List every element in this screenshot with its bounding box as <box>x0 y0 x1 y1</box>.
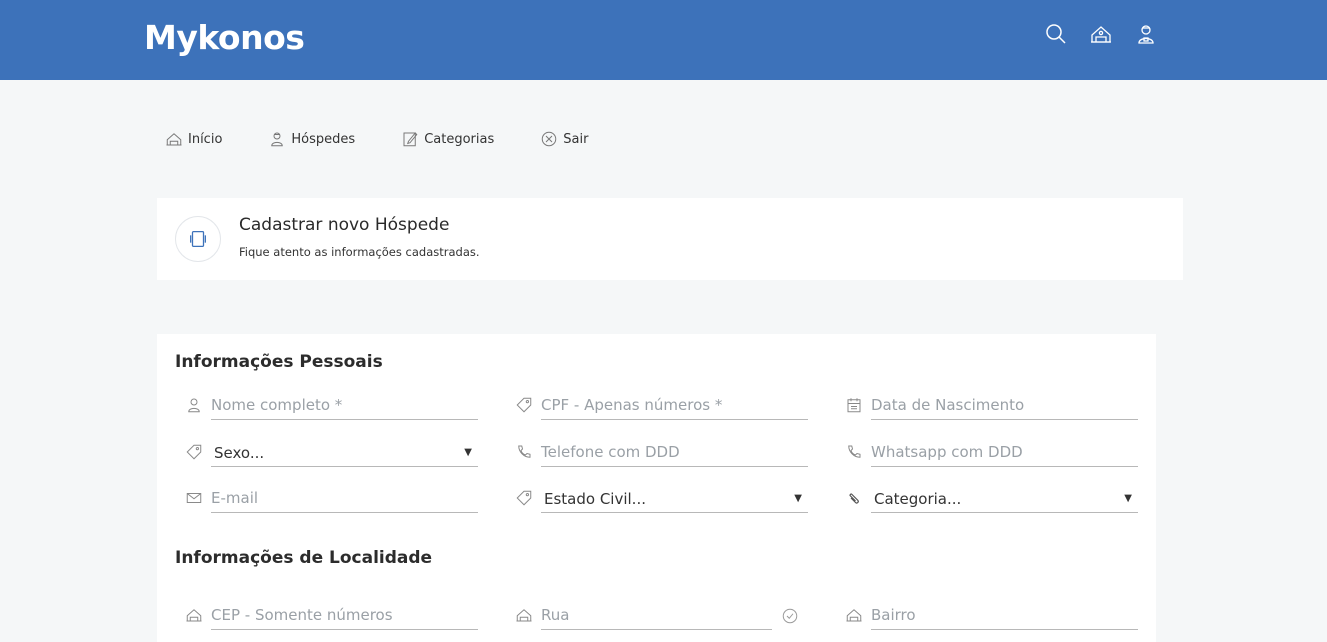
check-circle-icon[interactable] <box>781 607 799 625</box>
hotel-icon[interactable] <box>1089 22 1113 46</box>
birthdate-field[interactable]: Data de Nascimento <box>845 394 1138 420</box>
cpf-field[interactable]: CPF - Apenas números * <box>515 394 808 420</box>
email-placeholder: E-mail <box>211 489 259 507</box>
phone-field[interactable]: Telefone com DDD <box>515 441 808 467</box>
user-icon <box>185 396 203 414</box>
marital-status-value: Estado Civil... <box>544 490 646 508</box>
header-badge <box>175 216 221 262</box>
chevron-down-icon: ▼ <box>794 493 802 504</box>
tag-icon <box>515 396 533 414</box>
paperclip-icon <box>845 489 863 507</box>
brand-logo[interactable]: Mykonos <box>144 18 305 57</box>
sex-select[interactable]: Sexo... ▼ <box>185 441 478 467</box>
page-title: Cadastrar novo Hóspede <box>239 215 450 235</box>
cep-field[interactable]: CEP - Somente números <box>185 604 478 630</box>
chevron-down-icon: ▼ <box>464 447 472 458</box>
nav-item-label: Início <box>188 131 223 147</box>
street-placeholder: Rua <box>541 606 570 624</box>
guest-form-card: Informações Pessoais Nome completo * CPF… <box>157 334 1156 642</box>
neighborhood-field[interactable]: Bairro <box>845 604 1138 630</box>
close-circle-icon <box>541 131 557 147</box>
page-header-card: Cadastrar novo Hóspede Fique atento as i… <box>157 198 1183 280</box>
cpf-placeholder: CPF - Apenas números * <box>541 396 723 414</box>
nav-item-sair[interactable]: Sair <box>540 128 588 150</box>
top-bar: Mykonos <box>0 0 1327 80</box>
name-field[interactable]: Nome completo * <box>185 394 478 420</box>
calendar-icon <box>845 396 863 414</box>
hotel-icon <box>185 606 203 624</box>
hotel-icon <box>166 133 182 146</box>
guest-icon <box>271 132 284 147</box>
section-title-location: Informações de Localidade <box>175 548 433 568</box>
tag-icon <box>185 443 203 461</box>
email-field[interactable]: E-mail <box>185 487 478 513</box>
nav-item-inicio[interactable]: Início <box>165 128 222 150</box>
chevron-down-icon: ▼ <box>1124 493 1132 504</box>
nav-item-label: Categorias <box>424 131 495 147</box>
nav-item-label: Sair <box>563 131 589 147</box>
envelope-icon <box>185 489 203 507</box>
phone-placeholder: Telefone com DDD <box>541 443 680 461</box>
main-nav: Início Hóspedes Categorias Sair <box>165 128 588 150</box>
guest-icon[interactable] <box>1134 22 1158 46</box>
card-icon <box>190 231 206 247</box>
neighborhood-placeholder: Bairro <box>871 606 916 624</box>
cep-placeholder: CEP - Somente números <box>211 606 393 624</box>
street-field[interactable]: Rua <box>515 604 772 630</box>
nav-item-hospedes[interactable]: Hóspedes <box>268 128 355 150</box>
birthdate-placeholder: Data de Nascimento <box>871 396 1025 414</box>
hotel-icon <box>845 606 863 624</box>
name-placeholder: Nome completo * <box>211 396 343 414</box>
whatsapp-field[interactable]: Whatsapp com DDD <box>845 441 1138 467</box>
search-icon[interactable] <box>1044 22 1068 46</box>
sex-select-value: Sexo... <box>214 444 265 462</box>
whatsapp-placeholder: Whatsapp com DDD <box>871 443 1023 461</box>
edit-icon <box>403 132 418 147</box>
tag-icon <box>515 489 533 507</box>
phone-icon <box>845 443 863 461</box>
category-select-value: Categoria... <box>874 490 962 508</box>
phone-icon <box>515 443 533 461</box>
page-subtitle: Fique atento as informações cadastradas. <box>239 245 480 259</box>
section-title-personal: Informações Pessoais <box>175 352 383 372</box>
hotel-icon <box>515 606 533 624</box>
category-select[interactable]: Categoria... ▼ <box>845 487 1138 513</box>
marital-status-select[interactable]: Estado Civil... ▼ <box>515 487 808 513</box>
nav-item-label: Hóspedes <box>291 131 356 147</box>
nav-item-categorias[interactable]: Categorias <box>401 128 494 150</box>
